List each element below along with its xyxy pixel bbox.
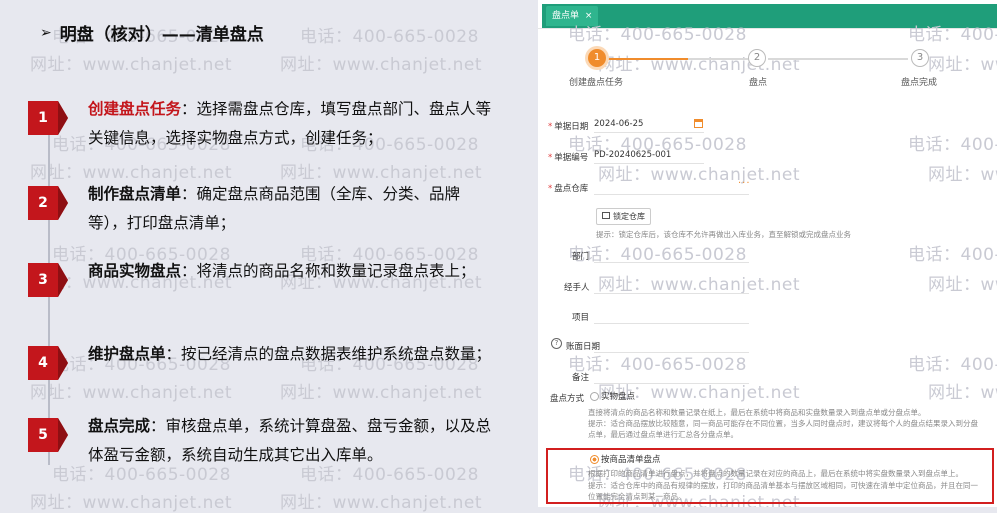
step-text: 商品实物盘点：将清点的商品名称和数量记录盘点表上； [88,257,498,286]
step-number: 4 [38,355,48,371]
watermark-site: 网址：www.chanjet.net [30,383,233,403]
option-physical-count[interactable]: 实物盘点 [601,390,635,402]
watermark-phone: 电话：400-665-0028 [908,245,997,265]
warehouse-label: * 盘点仓库 [548,184,589,194]
step-title: 创建盘点任务 [88,100,182,118]
remark-label: 备注 [572,373,590,383]
wizard-label-1: 创建盘点任务 [569,78,624,88]
step-title: 制作盘点清单 [88,185,182,203]
handler-label: 经手人 [564,283,590,293]
calendar-icon[interactable] [694,119,703,128]
step-text: 制作盘点清单：确定盘点商品范围（全库、分类、品牌等），打印盘点清单； [88,180,498,238]
watermark-phone: 电话：400-665-0028 [300,27,479,47]
wizard-label-2: 盘点 [749,78,768,88]
step-number: 5 [38,427,48,443]
highlight-box [546,448,994,504]
watermark-site: 网址：www.chanjet.net [30,493,233,513]
wizard-step-2: 2 [748,49,766,67]
watermark-site: 网址：www.chanjet.net [280,383,483,403]
wizard-steps: 1 2 3 创建盘点任务 盘点 盘点完成 [538,40,997,100]
wizard-line [688,58,748,60]
option-physical-hint: 提示：适合商品摆放比较随意，同一商品可能存在不同位置，当多人同时盘点时，建议将每… [588,419,978,439]
step-number: 1 [38,110,48,126]
method-label: 盘点方式 [550,394,585,404]
step-title: 维护盘点单 [88,345,166,363]
remark-field[interactable] [594,367,749,384]
step-description: ：将清点的商品名称和数量记录盘点表上； [181,262,476,280]
wizard-step-1: 1 [588,49,606,67]
step-description: ：按已经清点的盘点数据表维护系统盘点数量； [165,345,492,363]
project-label: 项目 [572,313,590,323]
step-number-badge: 2 [28,186,68,220]
date-label-text: 单据日期 [554,122,589,132]
wizard-progress-line [608,58,688,60]
wizard-line [768,58,908,60]
section-heading: ➢ 明盘（核对）——清单盘点 [40,20,264,46]
step-number-badge: 3 [28,263,68,297]
step-number-badge: 1 [28,101,68,135]
watermark-site: 网址：www.chanjet.net [928,165,997,185]
step-text: 创建盘点任务：选择需盘点仓库，填写盘点部门、盘点人等关键信息，选择实物盘点方式，… [88,95,498,153]
warehouse-label-text: 盘点仓库 [554,184,589,194]
code-label: * 单据编号 [548,153,589,163]
lock-button-label: 锁定仓库 [613,212,645,221]
lock-icon [602,212,610,219]
help-icon[interactable]: ? [551,338,562,349]
project-field[interactable] [594,307,749,324]
watermark-phone: 电话：400-665-0028 [908,355,997,375]
step-text: 维护盘点单：按已经清点的盘点数据表维护系统盘点数量； [88,340,498,369]
wizard-step-3: 3 [911,49,929,67]
option-physical-desc: 直接将清点的商品名称和数量记录在纸上，最后在系统中将商品和实盘数量录入到盘点单或… [588,408,926,417]
code-field[interactable]: PD-20240625-001 [594,147,704,164]
step-number: 3 [38,272,48,288]
slide-panel: 电话：400-665-0028 电话：400-665-0028 网址：www.c… [0,0,538,513]
lock-hint: 提示：锁定仓库后，该仓库不允许再做出入库业务，直至解锁或完成盘点业务 [596,230,851,239]
page-title: 明盘（核对）——清单盘点 [59,25,264,45]
more-icon[interactable]: ··· [738,178,751,189]
arrow-bullet-icon: ➢ [40,24,52,41]
watermark-site: 网址：www.chanjet.net [30,55,233,75]
step-title: 盘点完成 [88,417,151,435]
radio-physical-count[interactable] [590,392,599,401]
watermark-phone: 电话：400-665-0028 [908,135,997,155]
watermark-site: 网址：www.chanjet.net [928,275,997,295]
code-label-text: 单据编号 [554,153,589,163]
watermark-site: 网址：www.chanjet.net [280,493,483,513]
watermark-site: 网址：www.chanjet.net [280,55,483,75]
date-field[interactable]: 2024-06-25 [594,116,704,133]
dept-field[interactable] [594,246,749,263]
step-title: 商品实物盘点 [88,262,182,280]
step-number-badge: 5 [28,418,68,452]
lock-warehouse-button[interactable]: 锁定仓库 [596,208,651,225]
warehouse-field[interactable] [594,178,749,195]
step-number: 2 [38,195,48,211]
app-screenshot: 盘点单 × 电话：400-665-0028 电话：400-665-0028 网址… [538,0,997,507]
dept-label: 部门 [572,252,590,262]
step-number-badge: 4 [28,346,68,380]
watermark-site: 网址：www.chanjet.net [928,383,997,403]
date-label: * 单据日期 [548,122,589,132]
book-date-field[interactable] [594,336,749,353]
step-text: 盘点完成：审核盘点单，系统计算盘盈、盘亏金额，以及总体盈亏金额，系统自动生成其它… [88,412,498,470]
handler-field[interactable] [594,277,749,294]
wizard-label-3: 盘点完成 [901,78,938,88]
